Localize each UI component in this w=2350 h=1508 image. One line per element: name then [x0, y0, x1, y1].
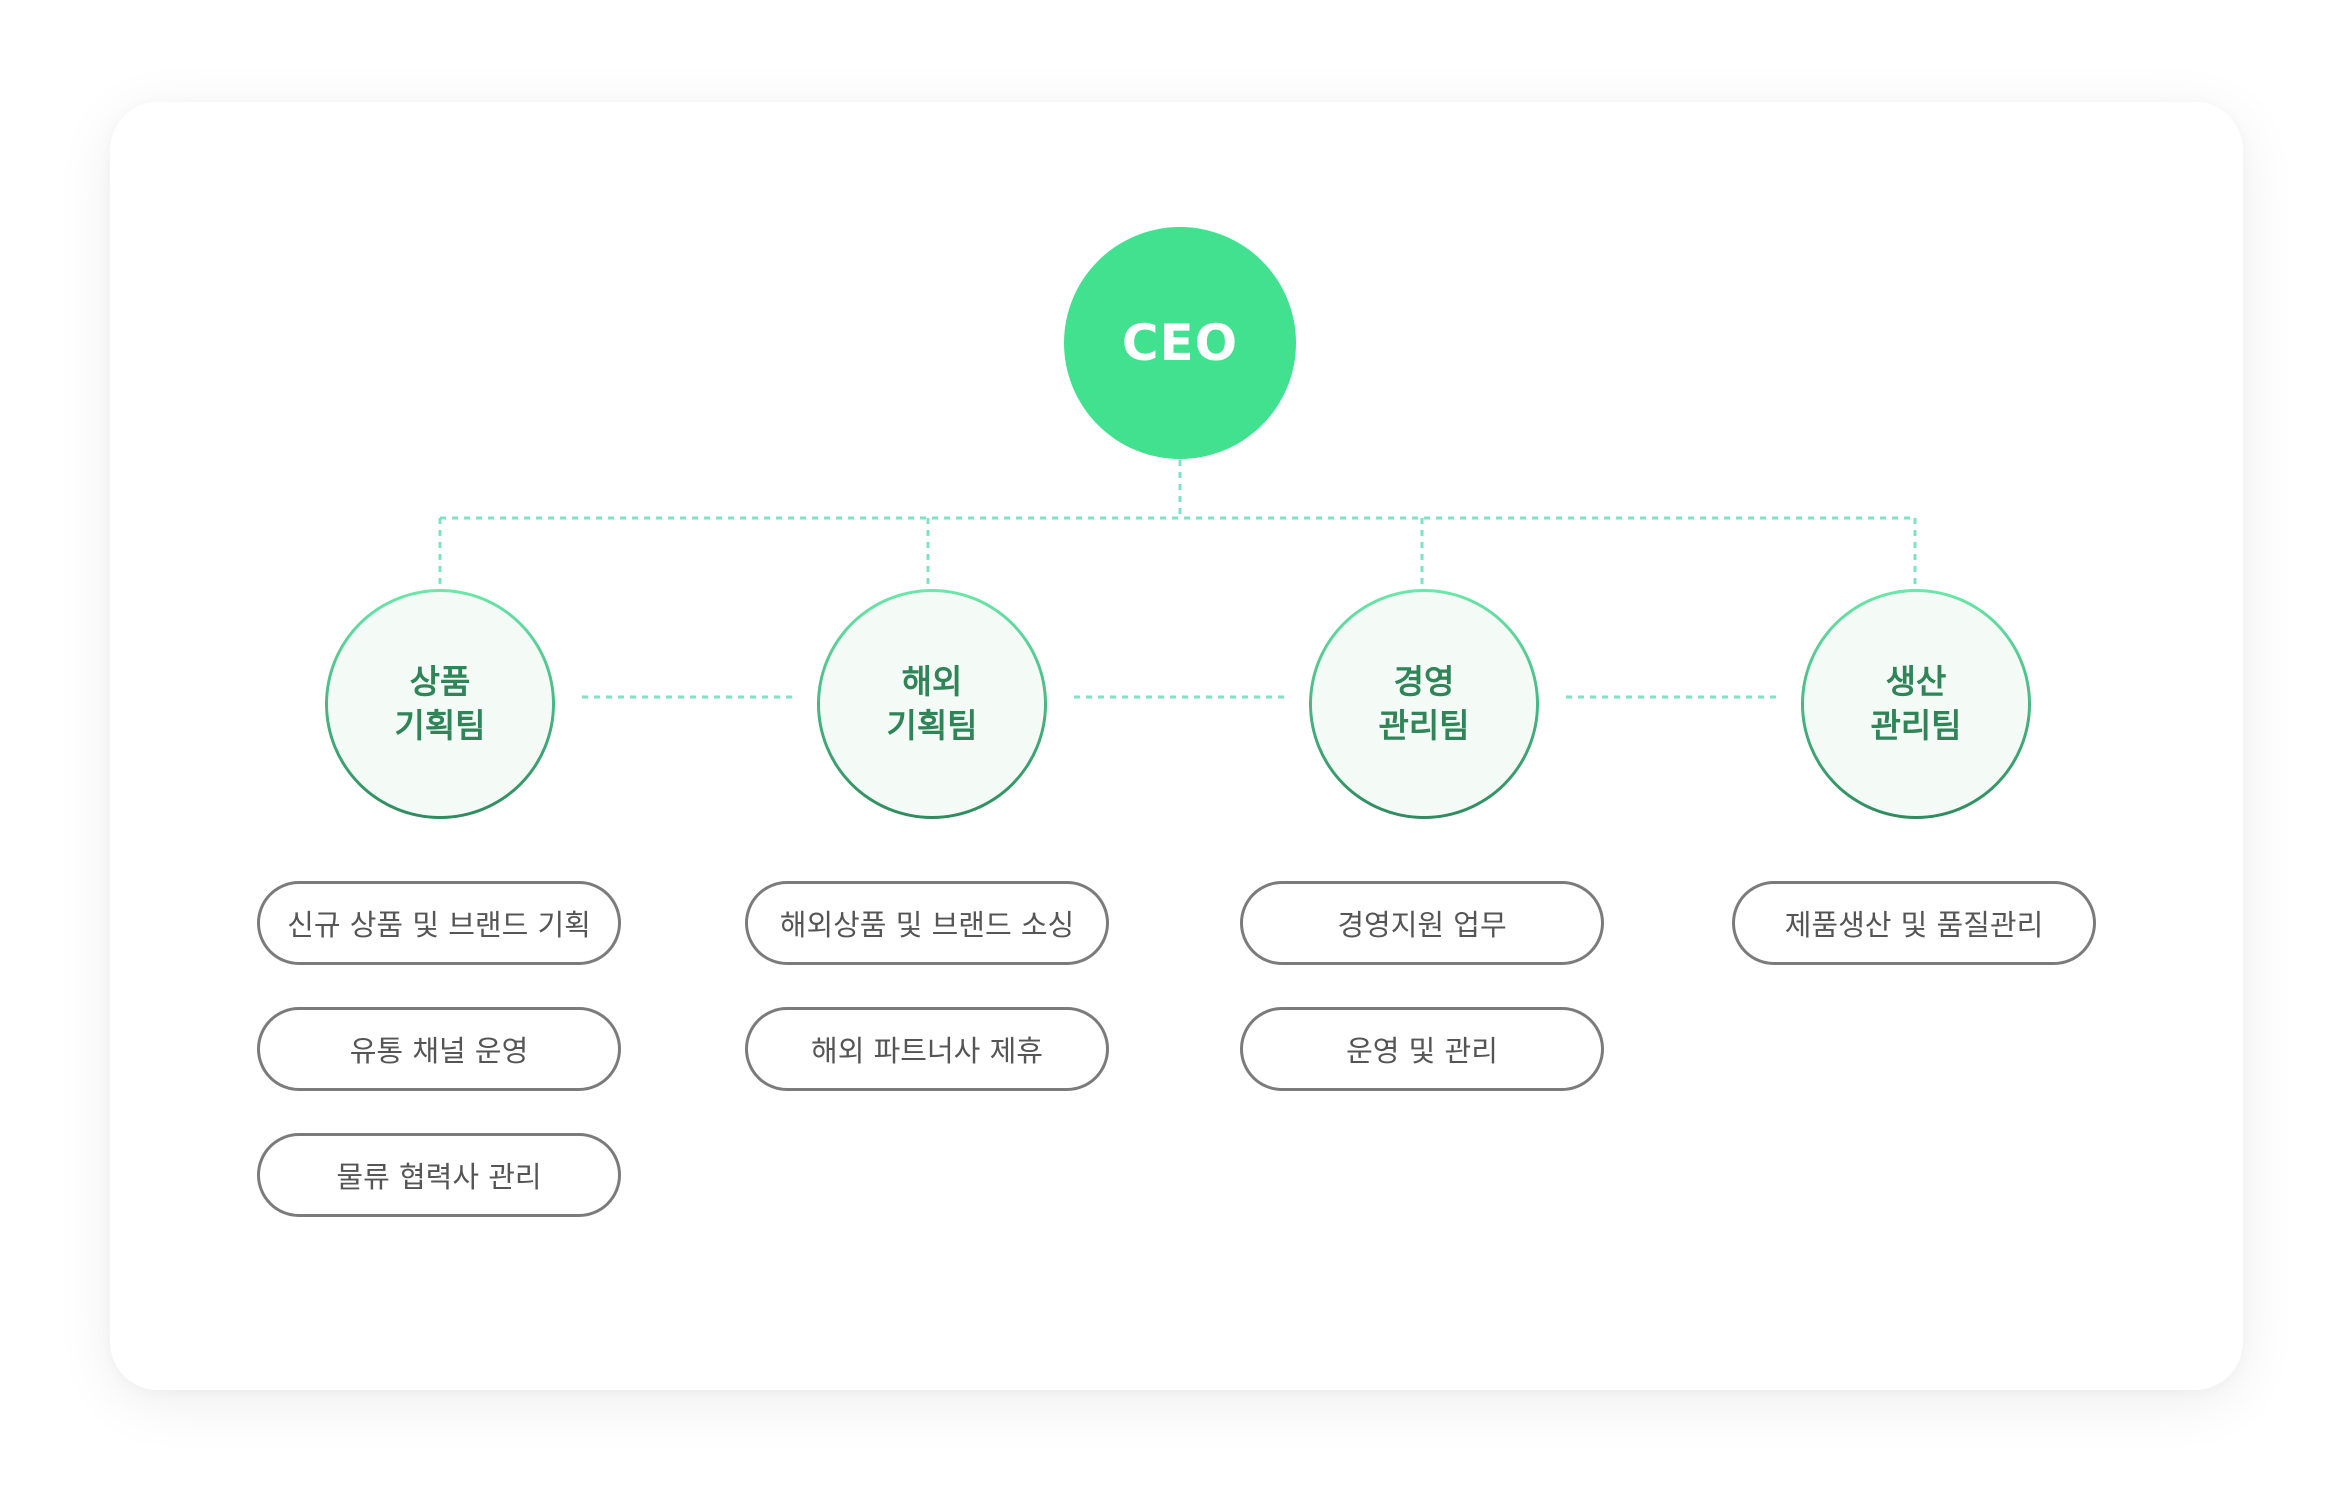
task-label: 해외 파트너사 제휴 [811, 1034, 1043, 1068]
team-node-management: 경영 관리팀 [1309, 589, 1539, 819]
task-pill: 해외상품 및 브랜드 소싱 [745, 881, 1109, 965]
task-label: 해외상품 및 브랜드 소싱 [779, 908, 1075, 942]
task-label: 물류 협력사 관리 [336, 1160, 542, 1194]
team-node-overseas-planning: 해외 기획팀 [817, 589, 1047, 819]
team-node-production: 생산 관리팀 [1801, 589, 2031, 819]
ceo-label: CEO [1121, 314, 1239, 372]
team-label: 경영 관리팀 [1378, 662, 1470, 745]
task-pill: 해외 파트너사 제휴 [745, 1007, 1109, 1091]
task-pill: 신규 상품 및 브랜드 기획 [257, 881, 621, 965]
task-pill: 유통 채널 운영 [257, 1007, 621, 1091]
task-pill: 경영지원 업무 [1240, 881, 1604, 965]
team-label: 해외 기획팀 [886, 662, 978, 745]
task-pill: 제품생산 및 품질관리 [1732, 881, 2096, 965]
task-label: 제품생산 및 품질관리 [1784, 908, 2044, 942]
task-pill: 물류 협력사 관리 [257, 1133, 621, 1217]
task-pill: 운영 및 관리 [1240, 1007, 1604, 1091]
task-label: 경영지원 업무 [1337, 908, 1507, 942]
ceo-node: CEO [1064, 227, 1296, 459]
task-label: 유통 채널 운영 [349, 1034, 529, 1068]
task-label: 운영 및 관리 [1346, 1034, 1498, 1068]
team-node-product-planning: 상품 기획팀 [325, 589, 555, 819]
team-label: 생산 관리팀 [1870, 662, 1962, 745]
task-label: 신규 상품 및 브랜드 기획 [287, 908, 591, 942]
team-label: 상품 기획팀 [394, 662, 486, 745]
